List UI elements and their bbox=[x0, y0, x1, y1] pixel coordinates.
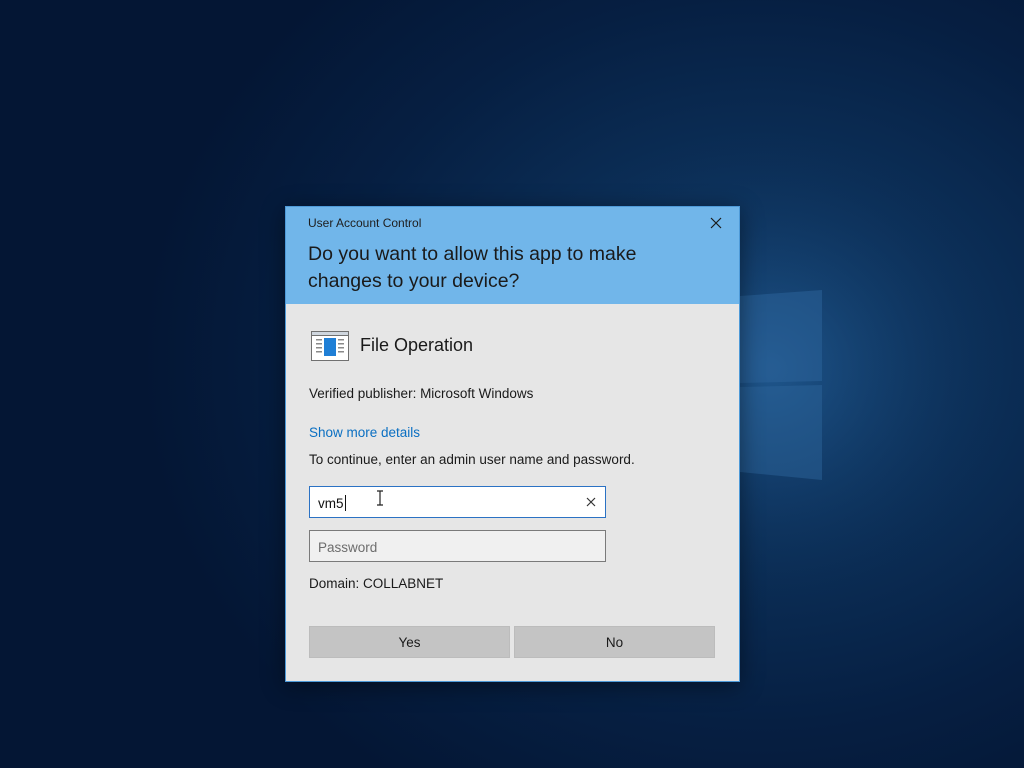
close-button[interactable] bbox=[701, 213, 731, 233]
text-caret bbox=[344, 495, 346, 511]
password-field[interactable]: Password bbox=[309, 530, 606, 562]
dialog-question: Do you want to allow this app to make ch… bbox=[308, 243, 637, 292]
username-field[interactable]: vm5 bbox=[309, 486, 606, 518]
app-name: File Operation bbox=[360, 335, 474, 355]
ibeam-cursor-icon bbox=[377, 490, 383, 506]
dialog-header: User Account Control Do you want to allo… bbox=[286, 207, 739, 304]
uac-dialog: User Account Control Do you want to allo… bbox=[285, 206, 740, 682]
domain-label: Domain: COLLABNET bbox=[309, 576, 444, 591]
yes-button[interactable]: Yes bbox=[309, 626, 510, 658]
dialog-title: User Account Control bbox=[308, 216, 422, 230]
password-placeholder: Password bbox=[318, 539, 378, 555]
show-more-details-link[interactable]: Show more details bbox=[309, 425, 420, 440]
file-operation-icon bbox=[311, 331, 349, 361]
clear-icon bbox=[586, 497, 596, 507]
clear-username-button[interactable] bbox=[583, 494, 599, 510]
credential-instruction: To continue, enter an admin user name an… bbox=[309, 452, 635, 467]
no-button[interactable]: No bbox=[514, 626, 715, 658]
username-value: vm5 bbox=[318, 495, 344, 511]
verified-publisher: Verified publisher: Microsoft Windows bbox=[309, 386, 534, 401]
close-icon bbox=[710, 217, 722, 229]
